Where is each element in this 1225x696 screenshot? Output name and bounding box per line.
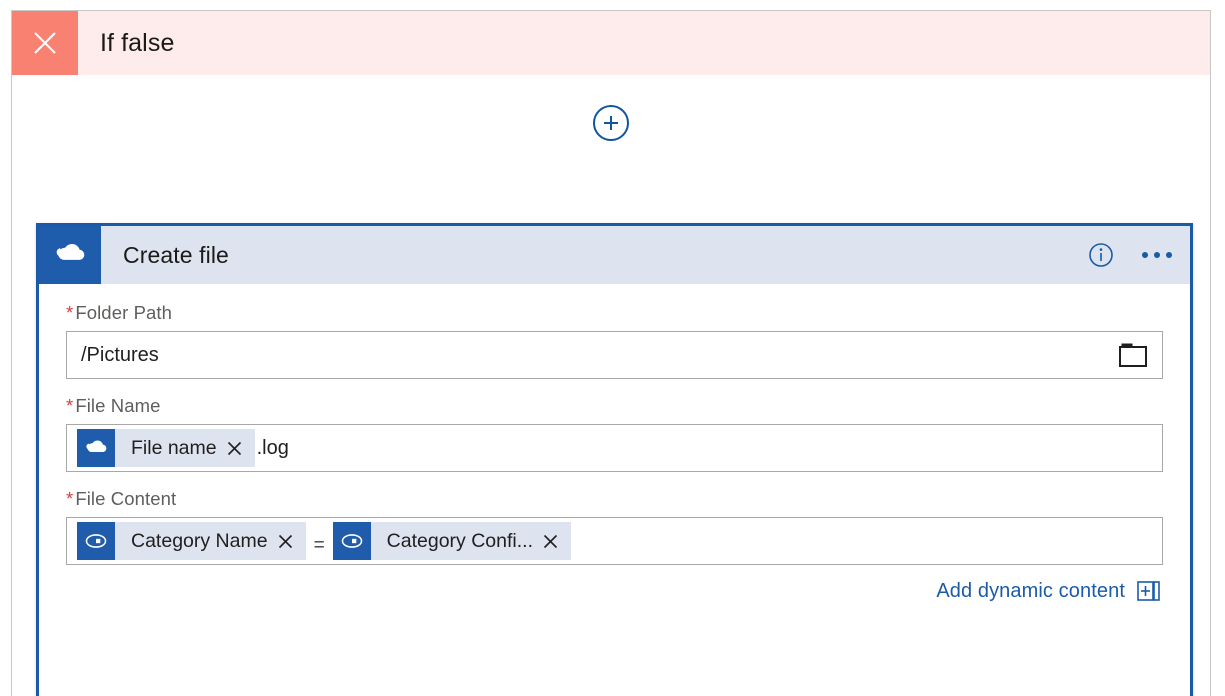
close-x-icon[interactable] [12, 11, 78, 75]
plus-circle-icon[interactable] [593, 105, 629, 141]
token-label: File name [131, 436, 217, 459]
scope-header: If false [12, 11, 1210, 75]
folder-path-input[interactable]: /Pictures [66, 331, 1163, 379]
card-title: Create file [123, 241, 229, 268]
scope-title: If false [100, 28, 175, 57]
equals-separator: = [313, 535, 325, 556]
onedrive-cloud-icon [39, 226, 101, 284]
add-dynamic-content-link[interactable]: Add dynamic content [936, 580, 1125, 603]
remove-token-icon[interactable] [227, 429, 255, 467]
folder-path-value: /Pictures [81, 344, 159, 366]
token-label: Category Confi... [386, 529, 533, 552]
flow-designer-screen: If false Create file * Folder Path /Pict… [0, 0, 1225, 696]
more-ellipsis-icon[interactable] [1140, 246, 1174, 264]
computer-vision-eye-icon [77, 522, 115, 560]
remove-token-icon[interactable] [278, 522, 306, 560]
field-file-content: * File Content Category Name = Category … [66, 488, 1163, 565]
remove-token-icon[interactable] [543, 522, 571, 560]
folder-picker-icon[interactable] [1118, 342, 1148, 368]
action-card-create-file[interactable]: Create file * Folder Path /Pictures * Fi… [36, 223, 1193, 696]
dynamic-token-category-confidence[interactable]: Category Confi... [332, 522, 571, 560]
label-text: File Content [75, 488, 177, 509]
field-label-folder-path: * Folder Path [66, 302, 1163, 324]
file-content-input[interactable]: Category Name = Category Confi... [66, 517, 1163, 565]
label-text: File Name [75, 395, 161, 416]
card-header[interactable]: Create file [39, 226, 1190, 284]
dynamic-token-category-name[interactable]: Category Name [77, 522, 306, 560]
onedrive-cloud-icon [77, 429, 115, 467]
card-content: * Folder Path /Pictures * File Name File… [39, 284, 1190, 603]
card-header-actions [1088, 226, 1174, 284]
required-asterisk: * [66, 395, 74, 416]
dynamic-token-file-name[interactable]: File name [77, 429, 255, 467]
add-panel-icon[interactable] [1137, 579, 1161, 603]
field-folder-path: * Folder Path /Pictures [66, 302, 1163, 379]
field-file-name: * File Name File name .log [66, 395, 1163, 472]
label-text: Folder Path [75, 302, 173, 323]
required-asterisk: * [66, 488, 74, 509]
add-step-row [12, 105, 1210, 141]
file-name-suffix: .log [256, 436, 289, 459]
required-asterisk: * [66, 302, 74, 323]
scope-container-if-false: If false Create file * Folder Path /Pict… [11, 10, 1211, 696]
info-circle-icon[interactable] [1088, 242, 1114, 268]
computer-vision-eye-icon [332, 522, 371, 560]
token-label: Category Name [131, 529, 268, 552]
file-name-input[interactable]: File name .log [66, 424, 1163, 472]
scope-body: Create file * Folder Path /Pictures * Fi… [12, 75, 1210, 696]
field-label-file-content: * File Content [66, 488, 1163, 510]
add-dynamic-content-row: Add dynamic content [66, 579, 1163, 603]
field-label-file-name: * File Name [66, 395, 1163, 417]
